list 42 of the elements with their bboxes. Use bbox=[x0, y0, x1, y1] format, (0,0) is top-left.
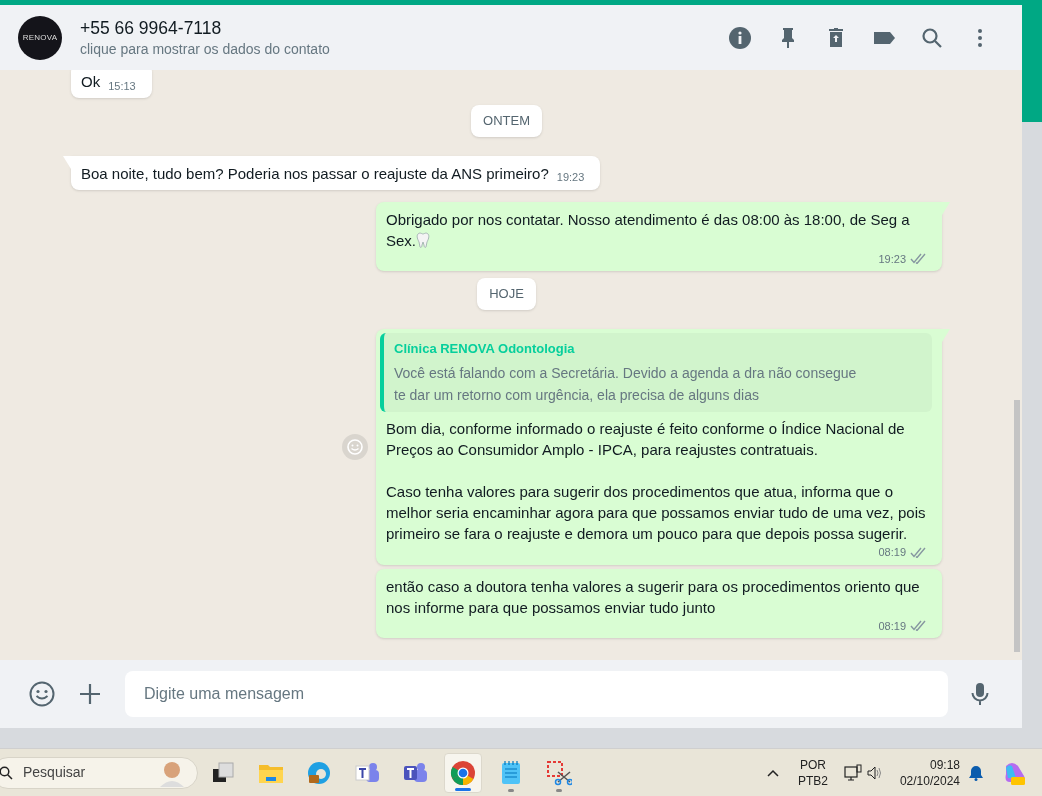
emoji-icon[interactable] bbox=[28, 680, 56, 708]
contact-subtitle[interactable]: clique para mostrar os dados do contato bbox=[80, 38, 330, 59]
date-divider: ONTEM bbox=[471, 105, 542, 137]
message-time: 15:13 bbox=[108, 78, 136, 94]
message-text: Ok bbox=[81, 72, 101, 92]
monitor-icon[interactable] bbox=[843, 763, 862, 782]
message-time: 08:19 bbox=[878, 618, 906, 634]
bell-icon[interactable] bbox=[968, 764, 984, 781]
plus-icon[interactable] bbox=[78, 682, 102, 706]
double-check-icon bbox=[910, 546, 926, 558]
notepad-icon[interactable] bbox=[500, 759, 522, 786]
message-text: Obrigado por nos contatar. Nosso atendimento é das 08:00 às 18:00, de Seg a Sex. bbox=[386, 209, 911, 251]
scissors-icon[interactable] bbox=[546, 759, 572, 786]
message-time: 19:23 bbox=[878, 251, 906, 267]
quoted-message[interactable]: Clínica RENOVA Odontologia Você está falando com a Secretária. Devido a agenda a dra não consegue te dar um retorno com urgência, ela precisa de alguns dias bbox=[380, 332, 932, 412]
chevron-up-icon[interactable] bbox=[765, 767, 780, 778]
browser-icon[interactable] bbox=[306, 759, 332, 786]
message-text: então caso a doutora tenha valores a sugerir para os procedimentos oriento que nos informe para que possamos enviar tudo junto bbox=[386, 576, 921, 618]
contact-name[interactable]: +55 66 9964-7118 bbox=[80, 16, 330, 39]
message-time: 19:23 bbox=[556, 170, 585, 185]
message-text: Bom dia, conforme informado o reajuste é feito conforme o Índice Nacional de Preços ao Consumidor Amplo - IPCA, para reajustes contratuais. Caso tenha valores para sugerir dos procedimentos que atua, informa que o melhor seria encaminhar agora para que possamos enviar tudo de uma vez, pois primeiro se fara o reajuste e demora um pouco para que depois possa sugerir. bbox=[386, 419, 926, 544]
avatar-logo-text: RENOVA bbox=[22, 31, 58, 44]
message-input[interactable]: Digite uma mensagem bbox=[125, 671, 948, 717]
contact-avatar[interactable]: RENOVA bbox=[18, 15, 62, 60]
double-check-icon bbox=[910, 253, 926, 265]
info-icon[interactable] bbox=[728, 25, 752, 50]
quoted-text: Você está falando com a Secretária. Devido a agenda a dra não consegue te dar um retorno com urgência, ela precisa de alguns dias bbox=[394, 364, 858, 405]
quoted-author: Clínica RENOVA Odontologia bbox=[394, 339, 576, 358]
chrome-icon[interactable] bbox=[450, 759, 476, 786]
scrollbar[interactable] bbox=[1014, 400, 1020, 652]
double-check-icon bbox=[910, 620, 926, 632]
search-icon[interactable] bbox=[920, 25, 944, 50]
language-indicator[interactable]: POR PTB2 bbox=[797, 756, 828, 789]
message-time: 08:19 bbox=[878, 545, 906, 560]
tooth-icon bbox=[416, 231, 430, 248]
taskbar-search[interactable]: Pesquisar bbox=[0, 756, 198, 789]
search-icon bbox=[0, 765, 13, 780]
message-text: Boa noite, tudo bem? Poderia nos passar o reajuste da ANS primeiro? bbox=[81, 163, 549, 184]
date-divider: HOJE bbox=[477, 278, 536, 310]
task-view-icon[interactable] bbox=[211, 760, 235, 785]
search-placeholder: Pesquisar bbox=[23, 763, 86, 782]
clock[interactable]: 09:18 02/10/2024 bbox=[899, 756, 960, 789]
